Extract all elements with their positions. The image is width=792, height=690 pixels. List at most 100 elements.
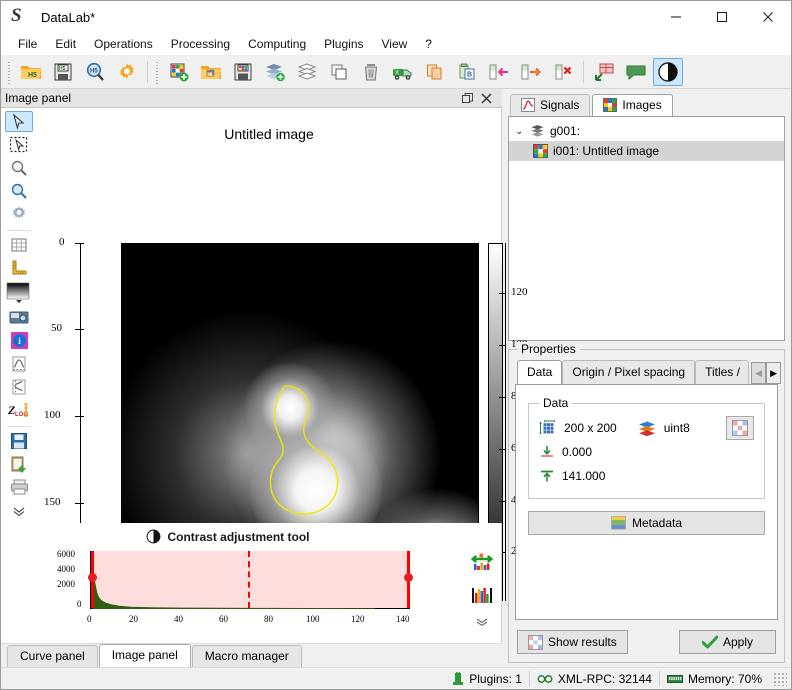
properties-tab-nav: ◀ ▶ <box>751 362 782 384</box>
gear-tool[interactable] <box>5 204 33 225</box>
svg-text:H5: H5 <box>59 66 66 72</box>
menu-operations[interactable]: Operations <box>85 35 162 53</box>
copy-tool[interactable] <box>5 454 33 475</box>
menu-plugins[interactable]: Plugins <box>315 35 372 53</box>
close-button[interactable] <box>745 1 791 33</box>
close-icon[interactable] <box>481 93 494 104</box>
tab-signals[interactable]: Signals <box>510 94 591 116</box>
snapshot-tool[interactable] <box>5 307 33 328</box>
settings-icon[interactable] <box>112 58 142 86</box>
chevron-down-icon[interactable]: ⌄ <box>515 126 525 137</box>
tab-titles[interactable]: Titles / <box>695 360 750 384</box>
cbar-tick-5: 120 <box>511 286 528 298</box>
colormap-button-icon[interactable] <box>726 416 754 440</box>
zoom-tool[interactable] <box>5 157 33 178</box>
toolbar-grip[interactable] <box>6 59 13 84</box>
memory-icon <box>666 673 683 685</box>
more-icon[interactable] <box>475 617 489 627</box>
show-results-button[interactable]: Show results <box>517 630 628 654</box>
save-image-icon[interactable] <box>228 58 258 86</box>
contrast-min-handle[interactable] <box>88 573 97 582</box>
new-group-icon[interactable] <box>260 58 290 86</box>
save-tool[interactable] <box>5 430 33 451</box>
tree-row[interactable]: i001: Untitled image <box>509 141 784 161</box>
status-plugins-label: Plugins: 1 <box>469 671 522 686</box>
image-panel-content: i Z LOG Untitled image 0 50 100 150 120 <box>1 108 528 618</box>
tab-image-panel[interactable]: Image panel <box>98 644 191 667</box>
duplicate-icon[interactable] <box>324 58 354 86</box>
save-hdf5-icon[interactable]: H5 <box>48 58 78 86</box>
tab-nav-prev[interactable]: ◀ <box>751 362 767 384</box>
svg-text:H5: H5 <box>28 72 37 79</box>
rectangle-select-tool[interactable] <box>5 134 33 155</box>
menu-computing[interactable]: Computing <box>239 35 315 53</box>
contrast-max-handle[interactable] <box>404 573 413 582</box>
contrast-x-tick-3: 60 <box>219 614 228 624</box>
move-up-icon[interactable] <box>484 58 514 86</box>
fit-range-icon[interactable] <box>471 553 493 573</box>
properties-data-page: Data 200 x 200 uint8 0.000 141.000 Metad… <box>515 384 778 620</box>
grid-tool[interactable] <box>5 235 33 256</box>
tab-data[interactable]: Data <box>517 360 563 384</box>
menu-file[interactable]: File <box>9 35 46 53</box>
minimize-button[interactable] <box>653 1 699 33</box>
browse-hdf5-icon[interactable]: H5 <box>80 58 110 86</box>
info-tool[interactable]: i <box>5 330 33 351</box>
remove-icon[interactable] <box>548 58 578 86</box>
menu-help[interactable]: ? <box>416 35 441 53</box>
group-icon[interactable] <box>292 58 322 86</box>
status-memory: Memory: 70% <box>660 671 769 687</box>
menu-processing[interactable]: Processing <box>162 35 239 53</box>
paste-icon[interactable]: B <box>452 58 482 86</box>
zoom-in-tool[interactable] <box>5 180 33 201</box>
tab-origin-pixel-spacing[interactable]: Origin / Pixel spacing <box>562 360 696 384</box>
resize-grip[interactable] <box>773 671 787 686</box>
select-tool[interactable] <box>5 111 33 133</box>
window-title: DataLab* <box>41 9 96 25</box>
apply-button[interactable]: Apply <box>678 630 776 654</box>
contrast-icon[interactable] <box>653 57 683 86</box>
open-image-icon[interactable] <box>196 58 226 86</box>
contrast-mid-marker[interactable] <box>248 551 250 608</box>
check-icon <box>701 635 718 649</box>
more-tools[interactable] <box>5 500 33 521</box>
data-max-value: 141.000 <box>562 469 606 483</box>
menu-view[interactable]: View <box>373 35 417 53</box>
tab-curve-panel[interactable]: Curve panel <box>7 645 98 667</box>
delete-icon[interactable] <box>356 58 386 86</box>
new-image-icon[interactable] <box>164 58 194 86</box>
delete-all-icon[interactable]: X <box>388 58 418 86</box>
log-scale-tool[interactable]: Z LOG <box>5 400 33 421</box>
menu-edit[interactable]: Edit <box>46 35 85 53</box>
contrast-icon <box>146 529 161 544</box>
metadata-button[interactable]: Metadata <box>528 511 765 535</box>
maximize-button[interactable] <box>699 1 745 33</box>
tab-macro-manager[interactable]: Macro manager <box>191 645 302 667</box>
copy-icon[interactable] <box>420 58 450 86</box>
right-column: Signals Images ⌄ g001: i001: Untitled im… <box>502 89 791 667</box>
images-tree[interactable]: ⌄ g001: i001: Untitled image <box>508 116 785 341</box>
title-bar: S DataLab* <box>1 1 791 33</box>
image-plot[interactable]: Untitled image 0 50 100 150 0 50 100 150 <box>37 108 528 618</box>
contrast-title: Contrast adjustment tool <box>167 529 310 544</box>
tab-images[interactable]: Images <box>592 94 673 116</box>
colormap-tool[interactable] <box>5 281 33 305</box>
histogram-plot[interactable] <box>88 551 413 609</box>
contrast-x-tick-6: 120 <box>351 614 365 624</box>
status-bar: Plugins: 1 XML-RPC: 32144 Memory: 70% <box>1 667 791 689</box>
ycs-tool[interactable] <box>5 376 33 397</box>
plot-options-icon[interactable] <box>589 58 619 86</box>
tab-nav-next[interactable]: ▶ <box>766 362 782 384</box>
open-hdf5-icon[interactable]: H5 <box>16 58 46 86</box>
xcs-tool[interactable] <box>5 353 33 374</box>
data-dimensions-value: 200 x 200 <box>564 421 617 435</box>
undock-icon[interactable] <box>462 92 475 104</box>
move-down-icon[interactable] <box>516 58 546 86</box>
histogram-icon[interactable] <box>471 585 493 605</box>
properties-group: Properties Data Origin / Pixel spacing T… <box>508 342 785 663</box>
tree-row[interactable]: ⌄ g001: <box>509 121 784 141</box>
ruler-tool[interactable] <box>5 258 33 279</box>
annotations-icon[interactable] <box>621 58 651 86</box>
toolbar-grip-2[interactable] <box>154 59 161 84</box>
print-tool[interactable] <box>5 477 33 498</box>
